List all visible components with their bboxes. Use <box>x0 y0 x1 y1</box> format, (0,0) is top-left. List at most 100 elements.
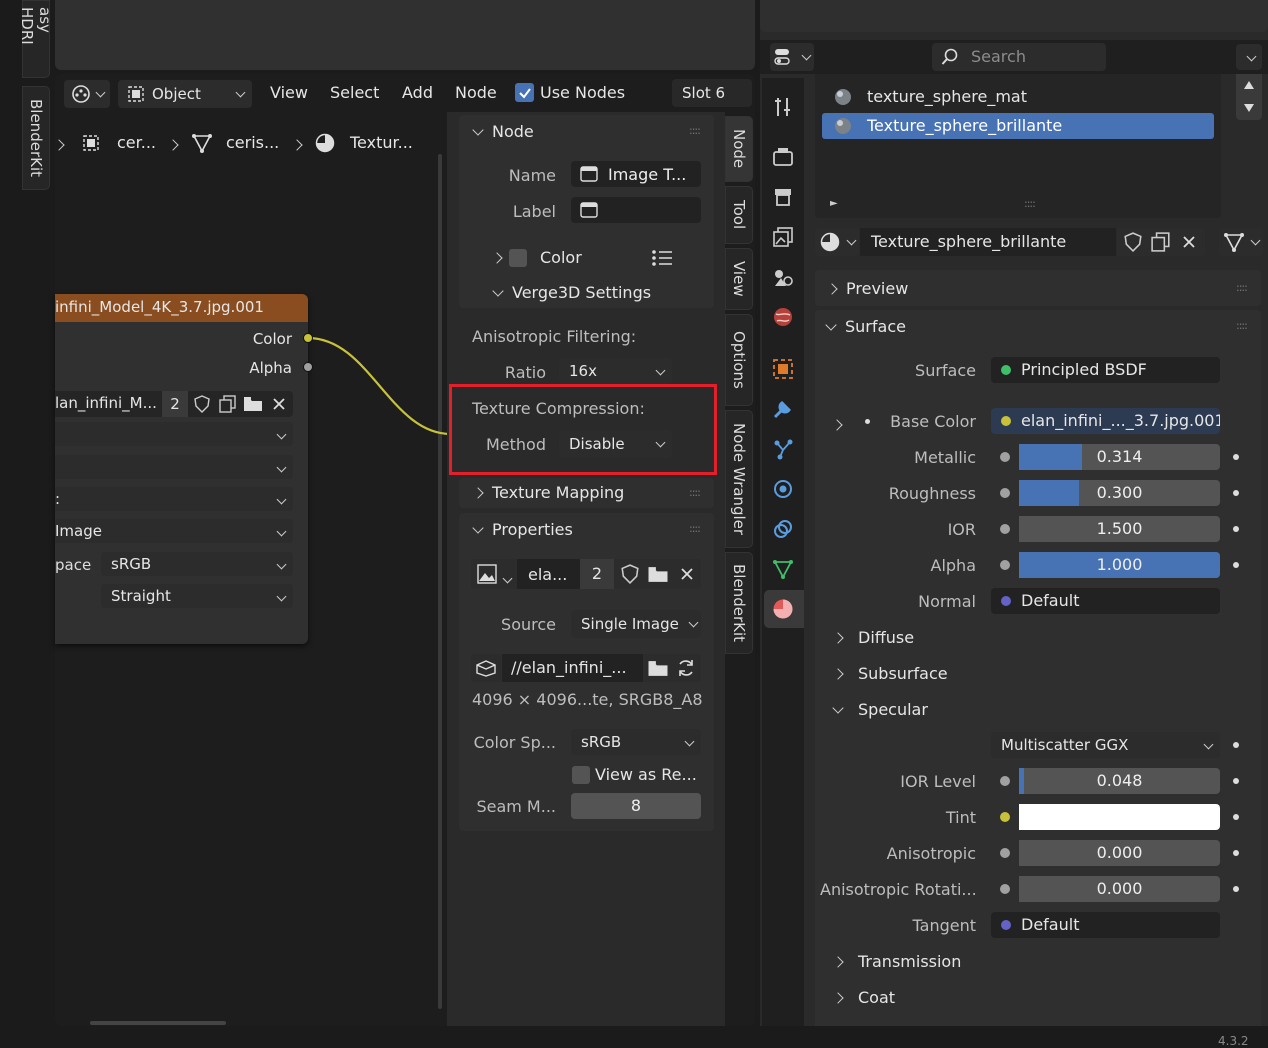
preview-header[interactable]: Preview <box>828 279 908 298</box>
socket-color[interactable] <box>303 333 313 343</box>
search-field[interactable]: Search <box>932 43 1106 71</box>
image-selector[interactable]: lan_infini_M... 2 <box>55 391 293 417</box>
tab-view[interactable]: View <box>725 248 753 310</box>
world-tab-icon[interactable] <box>770 304 796 330</box>
scrollbar-h[interactable] <box>90 1021 226 1025</box>
value-slider[interactable]: 1.000 <box>1019 552 1220 578</box>
tint-color-swatch[interactable] <box>1019 804 1220 830</box>
material-browse[interactable] <box>815 228 859 256</box>
grip-icon[interactable]: :::: <box>689 522 701 535</box>
object-tab-icon[interactable] <box>770 356 796 382</box>
data-tab-icon[interactable] <box>770 556 796 582</box>
fake-user-icon[interactable] <box>193 395 211 413</box>
surface-header[interactable]: Surface <box>827 317 906 336</box>
diffuse-subpanel[interactable]: Diffuse <box>834 628 914 647</box>
socket-alpha[interactable] <box>303 362 313 372</box>
value-slider[interactable]: 1.500 <box>1019 516 1220 542</box>
image-name-field[interactable]: ela... <box>517 559 580 589</box>
render-tab-icon[interactable] <box>770 144 796 170</box>
coat-subpanel[interactable]: Coat <box>834 988 895 1007</box>
duplicate-icon[interactable] <box>1151 232 1171 252</box>
slot-down-button[interactable] <box>1236 96 1262 120</box>
view-layer-tab-icon[interactable] <box>770 224 796 250</box>
keyframe-dot[interactable] <box>1233 742 1239 748</box>
node-dropdown-alpha[interactable]: Straight <box>101 584 293 608</box>
specular-subpanel[interactable]: Specular <box>834 700 928 719</box>
keyframe-dot[interactable] <box>1233 886 1239 892</box>
list-resize-grip[interactable]: :::: <box>1024 197 1036 210</box>
keyframe-dot[interactable] <box>1233 526 1239 532</box>
use-nodes-checkbox[interactable] <box>515 83 534 102</box>
color-subpanel-header[interactable]: Color <box>493 248 582 267</box>
tab-tool[interactable]: Tool <box>725 186 753 244</box>
slot-up-button[interactable] <box>1236 74 1262 96</box>
tab-blenderkit[interactable]: BlenderKit <box>725 552 753 654</box>
close-icon[interactable] <box>271 396 287 412</box>
node-dropdown-source[interactable]: Image <box>55 519 293 543</box>
slot-dropdown[interactable]: Slot 6 <box>672 79 752 107</box>
texture-mapping-header[interactable]: Texture Mapping <box>474 483 624 502</box>
node-title-bar[interactable]: infini_Model_4K_3.7.jpg.001 <box>55 294 308 322</box>
physics-tab-icon[interactable] <box>770 476 796 502</box>
colorspace-dropdown[interactable]: sRGB <box>571 729 701 755</box>
base-color-field[interactable]: elan_infini_..._3.7.jpg.001 <box>991 408 1220 434</box>
value-slider[interactable]: 0.048 <box>1019 768 1220 794</box>
mode-dropdown[interactable]: Object <box>118 80 252 108</box>
tangent-field[interactable]: Default <box>991 912 1220 938</box>
folder-icon[interactable] <box>243 395 263 413</box>
tab-node-wrangler[interactable]: Node Wrangler <box>725 410 753 548</box>
label-field[interactable] <box>571 197 701 223</box>
material-slot-item[interactable]: texture_sphere_mat <box>822 84 1214 110</box>
folder-icon[interactable] <box>647 659 669 678</box>
close-icon[interactable] <box>679 566 695 582</box>
view-as-render-label[interactable]: View as Re... <box>595 765 697 784</box>
node-dropdown-projection[interactable] <box>55 455 293 479</box>
menu-select[interactable]: Select <box>330 83 379 102</box>
grip-icon[interactable]: :::: <box>1236 281 1248 294</box>
editor-type-dropdown[interactable] <box>64 80 110 108</box>
grip-icon[interactable]: :::: <box>689 124 701 137</box>
options-dropdown[interactable] <box>1236 44 1262 70</box>
close-icon[interactable] <box>1181 234 1197 250</box>
list-expand-icon[interactable]: ► <box>830 198 838 209</box>
link-dropdown[interactable] <box>1219 228 1263 256</box>
tab-node[interactable]: Node <box>725 116 753 182</box>
keyframe-dot[interactable] <box>1233 454 1239 460</box>
transmission-subpanel[interactable]: Transmission <box>834 952 961 971</box>
scene-tab-icon[interactable] <box>770 264 796 290</box>
reload-icon[interactable] <box>676 658 696 678</box>
distribution-dropdown[interactable]: Multiscatter GGX <box>991 732 1220 758</box>
image-users-button[interactable]: 2 <box>580 559 614 589</box>
grip-icon[interactable]: :::: <box>1236 319 1248 332</box>
value-slider[interactable]: 0.300 <box>1019 480 1220 506</box>
grip-icon[interactable]: :::: <box>689 486 701 499</box>
constraints-tab-icon[interactable] <box>770 516 796 542</box>
tab-easy-hdri[interactable]: asy HDRI <box>18 0 54 78</box>
node-dropdown-extension[interactable]: : <box>55 487 293 511</box>
seam-field[interactable]: 8 <box>571 793 701 819</box>
fake-user-icon[interactable] <box>1123 232 1143 252</box>
keyframe-dot[interactable] <box>1233 814 1239 820</box>
source-dropdown[interactable]: Single Image <box>571 610 701 638</box>
use-nodes-label[interactable]: Use Nodes <box>540 83 625 102</box>
node-dropdown-colorspace[interactable]: sRGB <box>101 552 293 576</box>
node-dropdown-interpolation[interactable] <box>55 422 293 446</box>
folder-icon[interactable] <box>647 565 669 584</box>
view-as-render-checkbox[interactable] <box>572 766 590 784</box>
image-users[interactable]: 2 <box>162 391 188 417</box>
keyframe-dot[interactable] <box>1233 850 1239 856</box>
preset-list-icon[interactable] <box>651 248 673 268</box>
tool-tab-icon[interactable] <box>770 94 796 120</box>
tab-options[interactable]: Options <box>725 314 753 406</box>
keyframe-dot[interactable] <box>1233 562 1239 568</box>
node-panel-header[interactable]: Node <box>474 122 534 141</box>
particles-tab-icon[interactable] <box>770 436 796 462</box>
material-slot-item-active[interactable]: Texture_sphere_brillante <box>822 113 1214 139</box>
material-tab-active[interactable] <box>764 590 804 628</box>
value-slider[interactable]: 0.000 <box>1019 840 1220 866</box>
method-dropdown[interactable]: Disable <box>559 430 672 458</box>
properties-panel-header[interactable]: Properties <box>474 520 573 539</box>
output-tab-icon[interactable] <box>770 184 796 210</box>
fake-user-icon[interactable] <box>620 564 640 584</box>
normal-field[interactable]: Default <box>991 588 1220 614</box>
